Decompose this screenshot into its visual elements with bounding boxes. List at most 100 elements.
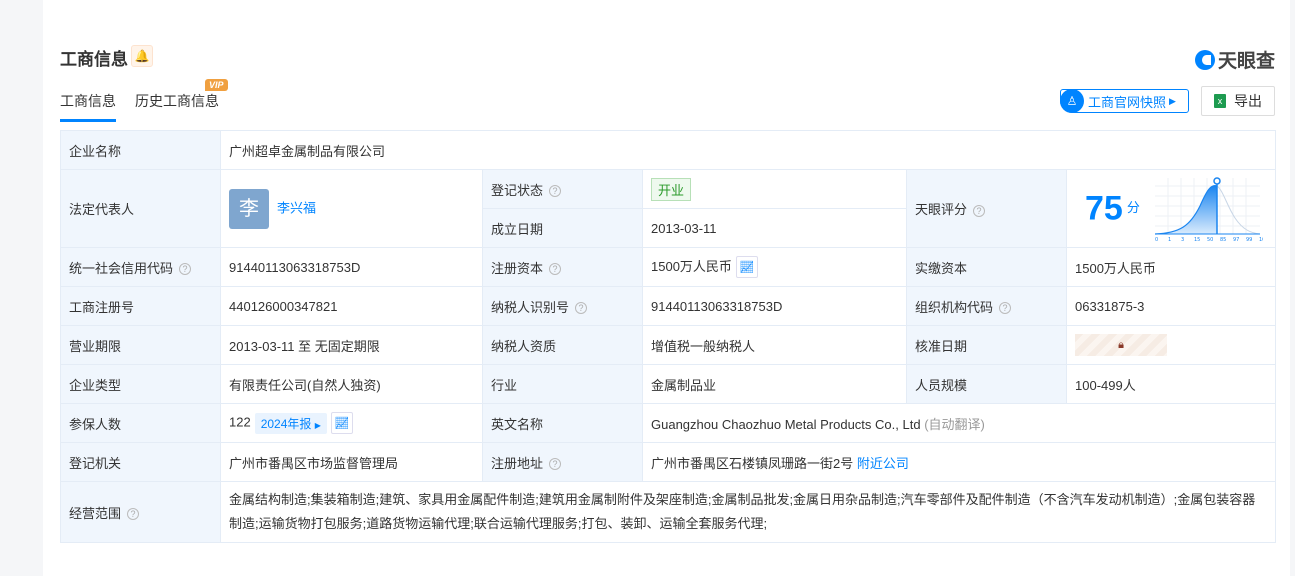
label: 营业期限 (60, 325, 221, 365)
industry: 金属制品业 (642, 364, 907, 404)
insured-cell: 122 2024年报 ▶ 📈︎ (220, 403, 483, 443)
label: 企业名称 (60, 130, 221, 170)
caret-right-icon: ▶ (314, 420, 321, 430)
score-distribution-chart: 0 1 3 15 50 85 97 99 100 (1155, 176, 1269, 243)
label: 经营范围 (69, 505, 122, 521)
help-icon[interactable]: ? (127, 508, 140, 521)
business-term: 2013-03-11 至 无固定期限 (220, 325, 483, 365)
score-value: 75 (1085, 189, 1123, 227)
help-icon[interactable]: ? (549, 263, 562, 276)
label: 统一社会信用代码 (69, 260, 174, 276)
page-title: 工商信息 (60, 50, 128, 69)
reg-capital-cell: 1500万人民币 📈︎ (642, 247, 907, 287)
help-icon[interactable]: ? (575, 302, 588, 315)
label: 注册资本 (491, 260, 544, 276)
staff-size: 100-499人 (1065, 364, 1277, 404)
org-code: 06331875-3 (1065, 286, 1277, 326)
label: 工商注册号 (60, 286, 221, 326)
address: 广州市番禺区石楼镇凤珊路一街2号 (651, 455, 854, 471)
legal-rep-link[interactable]: 李兴福 (277, 200, 316, 215)
english-name-cell: Guangzhou Chaozhuo Metal Products Co., L… (641, 403, 1277, 443)
label-cell: 登记状态? (482, 169, 643, 209)
label: 天眼评分 (915, 202, 968, 217)
tianyancha-logo: 天眼查 (1195, 46, 1275, 73)
reg-capital: 1500万人民币 (651, 258, 732, 274)
export-label: 导出 (1234, 93, 1262, 109)
excel-icon: x (1214, 94, 1226, 108)
lock-icon[interactable]: 🔒︎ (1075, 334, 1167, 356)
english-name: Guangzhou Chaozhuo Metal Products Co., L… (651, 416, 921, 432)
registration-authority: 广州市番禺区市场监督管理局 (220, 442, 483, 482)
label-cell: 统一社会信用代码? (60, 247, 221, 287)
trend-chart-icon[interactable]: 📈︎ (735, 256, 758, 279)
approval-date-cell: 🔒︎ (1065, 325, 1277, 365)
score-axis-tick: 3 (1181, 237, 1184, 242)
table-row: 统一社会信用代码? 91440113063318753D 注册资本? 1500万… (60, 247, 1277, 287)
avatar: 李 (229, 188, 269, 229)
help-icon[interactable]: ? (549, 185, 562, 198)
vip-badge: VIP (205, 79, 228, 91)
score-axis-tick: 15 (1194, 237, 1200, 242)
tab-history-info[interactable]: 历史工商信息 (135, 91, 219, 119)
status-cell: 开业 (642, 169, 907, 209)
score-axis-tick: 85 (1220, 237, 1226, 242)
paid-capital: 1500万人民币 (1065, 247, 1277, 287)
company-type: 有限责任公司(自然人独资) (220, 364, 483, 404)
credit-code: 91440113063318753D (220, 247, 483, 287)
label: 纳税人识别号 (491, 299, 570, 315)
label: 组织机构代码 (915, 299, 994, 315)
table-row: 经营范围? 金属结构制造;集装箱制造;建筑、家具用金属配件制造;建筑用金属制附件… (60, 481, 1277, 543)
label-cell: 经营范围? (60, 481, 221, 543)
trend-chart-icon[interactable]: 📈︎ (330, 412, 353, 434)
table-row: 参保人数 122 2024年报 ▶ 📈︎ 英文名称 Guangzhou Chaozh… (60, 403, 1277, 443)
caret-right-icon: ▶ (1169, 95, 1176, 106)
legal-rep-cell: 李李兴福 (220, 169, 483, 248)
founded-date: 2013-03-11 (642, 208, 907, 248)
label: 登记状态 (491, 182, 544, 198)
score-area (1155, 185, 1218, 234)
nearby-companies-link[interactable]: 附近公司 (857, 456, 909, 471)
reg-no: 440126000347821 (220, 286, 483, 326)
export-button[interactable]: x 导出 (1201, 86, 1275, 116)
table-row: 营业期限 2013-03-11 至 无固定期限 纳税人资质 增值税一般纳税人 核… (60, 325, 1277, 365)
bell-icon[interactable]: 🔔 (131, 45, 153, 67)
label-cell: 纳税人识别号? (482, 286, 643, 326)
insured-count: 122 (229, 414, 251, 430)
label: 企业类型 (60, 364, 221, 404)
label: 行业 (482, 364, 643, 404)
label: 英文名称 (482, 403, 643, 443)
tab-business-info[interactable]: 工商信息 (60, 91, 116, 122)
label: 法定代表人 (60, 169, 221, 248)
taxpayer-qualification: 增值税一般纳税人 (642, 325, 907, 365)
help-icon[interactable]: ? (179, 263, 192, 276)
label: 核准日期 (906, 325, 1067, 365)
company-name: 广州超卓金属制品有限公司 (219, 130, 1277, 170)
business-info-table: 企业名称 广州超卓金属制品有限公司 法定代表人 李李兴福 登记状态? 开业 天眼… (60, 130, 1277, 543)
help-icon[interactable]: ? (999, 302, 1012, 315)
table-row: 法定代表人 李李兴福 登记状态? 开业 天眼评分? 75 分 0 1 3 15 50 85 9… (60, 169, 1277, 248)
score-cell: 75分 0 1 3 15 50 85 97 99 100 (1065, 169, 1277, 248)
help-icon[interactable]: ? (973, 204, 986, 217)
score-axis-tick: 50 (1207, 237, 1213, 242)
label-cell: 注册地址? (482, 442, 643, 482)
label: 实缴资本 (906, 247, 1067, 287)
logo-icon (1195, 49, 1215, 70)
label: 参保人数 (60, 403, 221, 443)
score-axis-tick: 99 (1246, 237, 1252, 242)
snapshot-label: 工商官网快照 (1088, 94, 1167, 110)
taxpayer-id: 91440113063318753D (642, 286, 907, 326)
snapshot-button[interactable]: ♙ 工商官网快照 ▶ (1060, 89, 1189, 113)
business-scope: 金属结构制造;集装箱制造;建筑、家具用金属配件制造;建筑用金属制附件及架座制造;… (219, 481, 1277, 543)
label: 纳税人资质 (482, 325, 643, 365)
annual-report-button[interactable]: 2024年报 ▶ (254, 412, 327, 434)
label: 登记机关 (60, 442, 221, 482)
score-unit: 分 (1126, 199, 1140, 215)
table-row: 企业名称 广州超卓金属制品有限公司 (60, 130, 1277, 170)
label: 成立日期 (482, 208, 643, 248)
stamp-icon: ♙ (1060, 89, 1084, 113)
score-axis-tick: 0 (1155, 237, 1158, 242)
label-cell: 组织机构代码? (906, 286, 1067, 326)
help-icon[interactable]: ? (549, 458, 562, 471)
score-axis-tick: 100 (1259, 237, 1263, 242)
score-axis-tick: 1 (1168, 237, 1171, 242)
